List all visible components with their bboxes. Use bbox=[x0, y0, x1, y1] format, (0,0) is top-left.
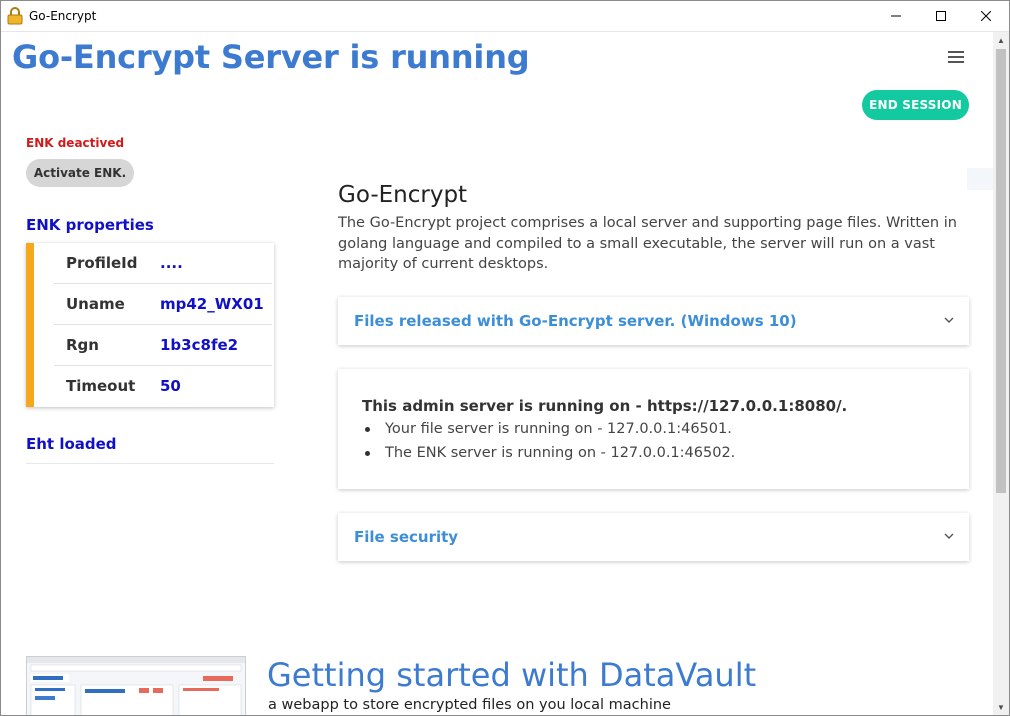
section-title: Go-Encrypt bbox=[338, 182, 468, 208]
accordion-label: File security bbox=[354, 528, 459, 546]
property-value: .... bbox=[160, 254, 183, 272]
list-item: The ENK server is running on - 127.0.0.1… bbox=[362, 443, 735, 467]
thumbnail-image bbox=[27, 657, 245, 715]
eht-status-label: Eht loaded bbox=[26, 435, 117, 453]
app-window: Go-Encrypt Go-Encrypt Server is running … bbox=[0, 0, 1010, 716]
admin-server-info: This admin server is running on - https:… bbox=[362, 397, 848, 415]
enk-properties-heading: ENK properties bbox=[26, 216, 154, 234]
list-item: Your file server is running on - 127.0.0… bbox=[362, 419, 735, 443]
datavault-screenshot-thumbnail bbox=[26, 656, 246, 715]
property-row-profileid: ProfileId .... bbox=[54, 243, 272, 284]
property-row-timeout: Timeout 50 bbox=[54, 366, 272, 406]
lock-icon bbox=[7, 7, 23, 25]
property-key: Timeout bbox=[66, 377, 136, 395]
property-key: Rgn bbox=[66, 336, 99, 354]
close-button[interactable] bbox=[963, 1, 1009, 31]
title-bar[interactable]: Go-Encrypt bbox=[1, 1, 1009, 32]
file-security-accordion[interactable]: File security bbox=[338, 513, 969, 561]
property-row-uname: Uname mp42_WX01 bbox=[54, 284, 272, 325]
server-info-list: Your file server is running on - 127.0.0… bbox=[362, 419, 735, 467]
enk-status-label: ENK deactived bbox=[26, 136, 125, 150]
end-session-button[interactable]: END SESSION bbox=[862, 90, 969, 120]
section-description: The Go-Encrypt project comprises a local… bbox=[338, 215, 957, 272]
property-key: Uname bbox=[66, 295, 125, 313]
chevron-down-icon bbox=[944, 533, 954, 539]
maximize-icon bbox=[936, 11, 946, 21]
scroll-thumb[interactable] bbox=[996, 49, 1006, 493]
page-title: Go-Encrypt Server is running bbox=[12, 38, 530, 76]
maximize-button[interactable] bbox=[918, 1, 964, 31]
property-row-rgn: Rgn 1b3c8fe2 bbox=[54, 325, 272, 366]
minimize-icon bbox=[891, 15, 901, 17]
chevron-down-icon bbox=[944, 317, 954, 323]
enk-properties-card: ProfileId .... Uname mp42_WX01 Rgn 1b3c8… bbox=[26, 243, 274, 407]
side-tab[interactable] bbox=[967, 168, 993, 190]
window-title: Go-Encrypt bbox=[29, 9, 97, 23]
scroll-down-icon[interactable]: ▼ bbox=[996, 702, 1006, 712]
vertical-scrollbar[interactable]: ▲ ▼ bbox=[993, 32, 1009, 715]
property-value: mp42_WX01 bbox=[160, 295, 264, 313]
getting-started-heading: Getting started with DataVault bbox=[267, 656, 757, 694]
accordion-label: Files released with Go-Encrypt server. (… bbox=[354, 312, 797, 330]
minimize-button[interactable] bbox=[873, 1, 919, 31]
server-info-card: This admin server is running on - https:… bbox=[338, 369, 969, 489]
getting-started-subtitle: a webapp to store encrypted files on you… bbox=[268, 697, 671, 713]
divider bbox=[26, 463, 274, 464]
close-icon bbox=[981, 11, 991, 21]
files-released-accordion[interactable]: Files released with Go-Encrypt server. (… bbox=[338, 297, 969, 345]
hamburger-menu-icon[interactable] bbox=[945, 48, 967, 66]
property-value: 50 bbox=[160, 377, 181, 395]
property-value: 1b3c8fe2 bbox=[160, 336, 239, 354]
page-content: Go-Encrypt Server is running END SESSION… bbox=[1, 32, 993, 715]
scroll-up-icon[interactable]: ▲ bbox=[996, 35, 1006, 45]
activate-enk-button[interactable]: Activate ENK. bbox=[26, 159, 134, 187]
property-key: ProfileId bbox=[66, 254, 138, 272]
